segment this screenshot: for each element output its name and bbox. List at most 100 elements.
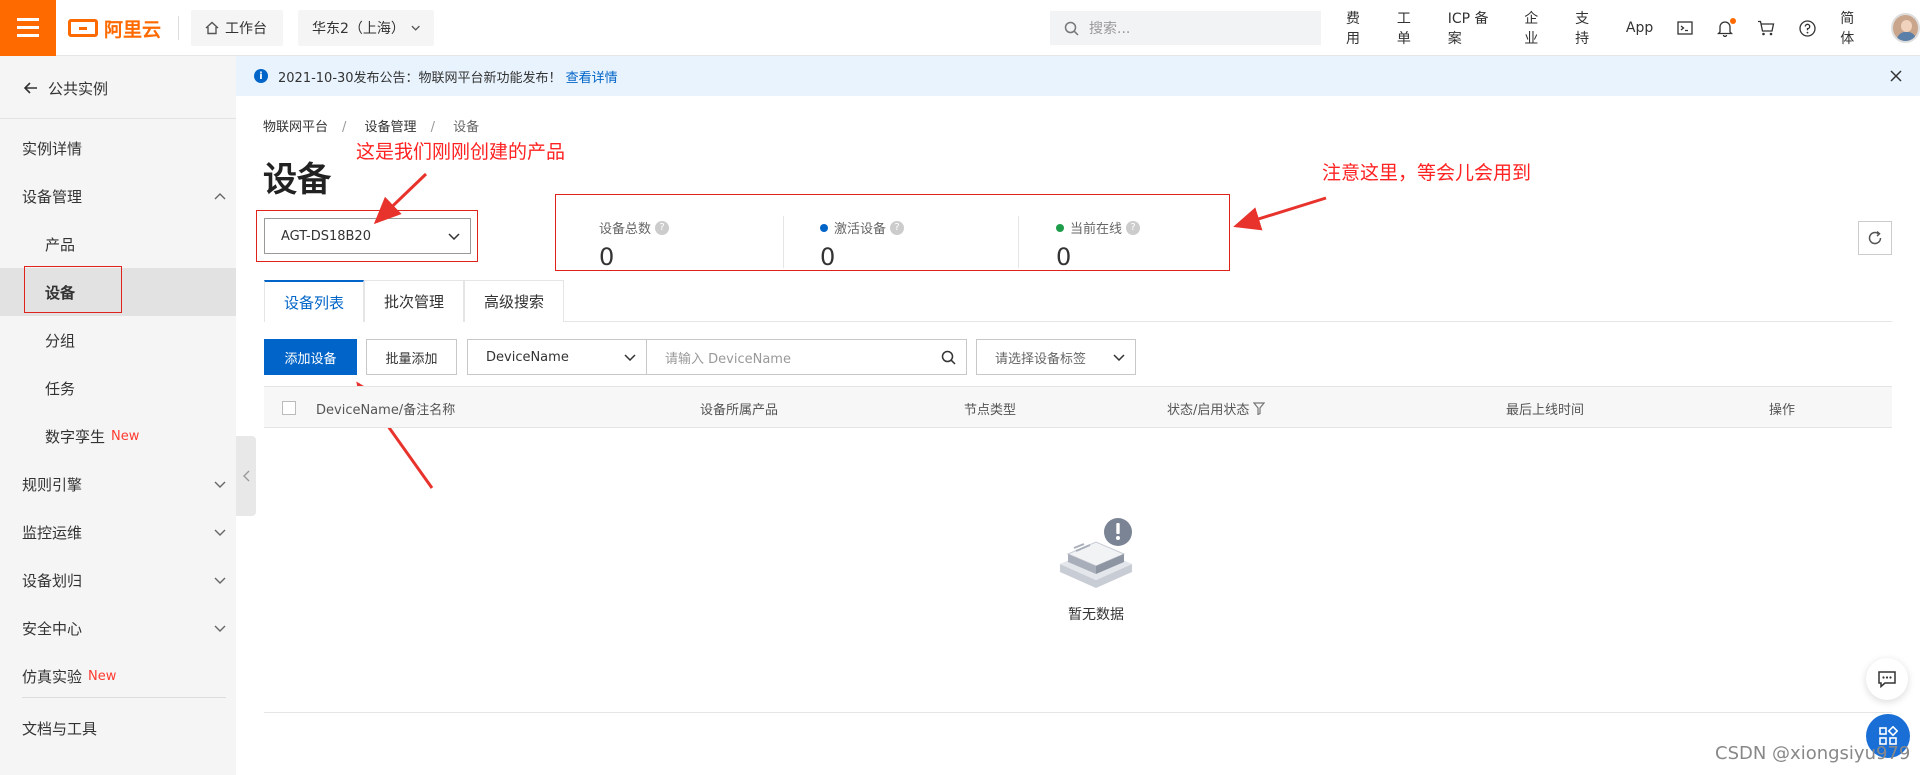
watermark: CSDN @xiongsiyu979: [1715, 743, 1911, 764]
sidebar-item-rule-engine[interactable]: 规则引擎: [0, 460, 236, 508]
stat-value: 0: [599, 243, 615, 271]
bell-icon[interactable]: [1717, 17, 1737, 37]
stat-value: 0: [1056, 243, 1072, 271]
stat-online: 当前在线? 0: [1056, 218, 1141, 282]
sidebar-item-group[interactable]: 分组: [0, 316, 236, 364]
breadcrumb: 物联网平台 / 设备管理 / 设备: [263, 120, 480, 135]
menu-icon[interactable]: [0, 0, 56, 56]
sidebar-item-instance-detail[interactable]: 实例详情: [0, 124, 236, 172]
stat-activated: 激活设备? 0: [820, 218, 905, 282]
select-all-checkbox[interactable]: [282, 401, 296, 415]
question-icon[interactable]: ?: [1126, 220, 1141, 235]
stat-value: 0: [820, 243, 836, 271]
sidebar-item-label: 安全中心: [22, 619, 83, 638]
cart-icon[interactable]: [1757, 20, 1775, 36]
filter-field-value: DeviceName: [486, 349, 569, 365]
device-stats: 设备总数? 0 激活设备? 0 当前在线? 0: [556, 210, 1226, 274]
tab-advanced-search[interactable]: 高级搜索: [464, 280, 564, 322]
sidebar: 公共实例 实例详情 设备管理 产品 设备 分组 任务 数字孪生 New 规则引擎 …: [0, 56, 236, 775]
divider: [1018, 216, 1019, 268]
tab-batch-mgmt[interactable]: 批次管理: [364, 280, 464, 322]
tab-device-list[interactable]: 设备列表: [264, 280, 364, 322]
question-icon[interactable]: ?: [890, 220, 905, 235]
empty-text: 暂无数据: [1068, 607, 1124, 623]
sidebar-item-security[interactable]: 安全中心: [0, 604, 236, 652]
product-select[interactable]: AGT-DS18B20: [264, 218, 471, 254]
table-header: DeviceName/备注名称 设备所属产品 节点类型 状态/启用状态 最后上线…: [264, 386, 1892, 428]
new-badge: New: [111, 428, 140, 444]
annotation-box-device: [24, 266, 122, 313]
column-status[interactable]: 状态/启用状态: [1167, 387, 1266, 429]
breadcrumb-current: 设备: [453, 120, 480, 135]
chevron-down-icon: [1113, 354, 1125, 361]
breadcrumb-item[interactable]: 设备管理: [365, 120, 417, 135]
arrow-left-icon: [24, 82, 37, 94]
nav-support[interactable]: 支持: [1575, 8, 1602, 48]
filter-field-select[interactable]: DeviceName: [467, 339, 647, 375]
breadcrumb-item[interactable]: 物联网平台: [263, 120, 328, 135]
top-bar: 阿里云 工作台 华东2（上海） 搜索... 费用 工单 ICP 备案 企业 支持…: [0, 0, 1920, 56]
user-avatar[interactable]: [1891, 13, 1920, 43]
empty-state: 暂无数据: [1036, 516, 1156, 624]
stat-label: 当前在线: [1070, 222, 1123, 237]
status-dot: [1056, 223, 1064, 232]
nav-tickets[interactable]: 工单: [1397, 8, 1424, 48]
logo-text: 阿里云: [104, 18, 162, 41]
refresh-button[interactable]: [1858, 221, 1892, 255]
add-device-button[interactable]: 添加设备: [264, 339, 357, 375]
sidebar-item-product[interactable]: 产品: [0, 220, 236, 268]
search-icon: [1064, 21, 1079, 36]
chat-button[interactable]: [1866, 658, 1908, 700]
device-search-input[interactable]: 请输入 DeviceName: [646, 339, 967, 375]
column-header: 操作: [1769, 402, 1796, 418]
chevron-down-icon: [448, 233, 460, 240]
sidebar-back[interactable]: 公共实例: [0, 64, 236, 112]
chevron-down-icon: [411, 25, 420, 31]
column-header: DeviceName/备注名称: [316, 402, 456, 418]
sidebar-item-label: 实例详情: [22, 139, 83, 158]
status-dot: [820, 223, 828, 232]
close-icon[interactable]: [1890, 70, 1902, 82]
language-switch[interactable]: 简体: [1840, 8, 1867, 48]
nav-icp[interactable]: ICP 备案: [1448, 8, 1501, 48]
search-icon[interactable]: [941, 350, 956, 365]
workbench-button[interactable]: 工作台: [191, 10, 283, 46]
sidebar-item-label: 产品: [45, 235, 76, 254]
sidebar-item-task[interactable]: 任务: [0, 364, 236, 412]
sidebar-item-simulation[interactable]: 仿真实验 New: [0, 652, 236, 700]
sidebar-item-monitoring[interactable]: 监控运维: [0, 508, 236, 556]
sidebar-item-label: 规则引擎: [22, 475, 83, 494]
nav-enterprise[interactable]: 企业: [1524, 8, 1551, 48]
sidebar-item-docs-tools[interactable]: 文档与工具: [0, 704, 236, 752]
nav-fees[interactable]: 费用: [1346, 8, 1373, 48]
notice-link[interactable]: 查看详情: [566, 67, 618, 86]
divider: [22, 697, 226, 698]
batch-add-button[interactable]: 批量添加: [366, 339, 457, 375]
sidebar-item-device-mgmt[interactable]: 设备管理: [0, 172, 236, 220]
sidebar-item-label: 分组: [45, 331, 76, 350]
divider: [0, 118, 236, 119]
help-icon[interactable]: [1799, 19, 1816, 37]
search-input[interactable]: 搜索...: [1050, 11, 1321, 45]
page-title: 设备: [263, 160, 331, 200]
nav-app[interactable]: App: [1626, 20, 1653, 36]
divider: [783, 216, 784, 268]
sidebar-item-device-transfer[interactable]: 设备划归: [0, 556, 236, 604]
sidebar-item-label: 设备划归: [22, 571, 83, 590]
sidebar-back-label: 公共实例: [48, 79, 109, 98]
sidebar-item-digital-twin[interactable]: 数字孪生 New: [0, 412, 236, 460]
region-select[interactable]: 华东2（上海）: [298, 10, 434, 46]
device-tag-select[interactable]: 请选择设备标签: [976, 339, 1136, 375]
annotation-stats: 注意这里，等会儿会用到: [1322, 162, 1532, 184]
chevron-down-icon: [214, 508, 226, 556]
sidebar-item-label: 文档与工具: [22, 719, 98, 738]
sidebar-item-label: 数字孪生: [45, 427, 106, 446]
terminal-icon[interactable]: [1677, 21, 1693, 35]
notice-bar: i 2021-10-30发布公告：物联网平台新功能发布！ 查看详情: [236, 56, 1920, 96]
filter-icon[interactable]: [1253, 401, 1266, 415]
home-icon: [205, 21, 219, 35]
question-icon[interactable]: ?: [655, 220, 670, 235]
device-tag-placeholder: 请选择设备标签: [995, 351, 1087, 367]
arrow-to-stats: [1233, 196, 1327, 231]
aliyun-logo[interactable]: 阿里云: [68, 14, 161, 42]
